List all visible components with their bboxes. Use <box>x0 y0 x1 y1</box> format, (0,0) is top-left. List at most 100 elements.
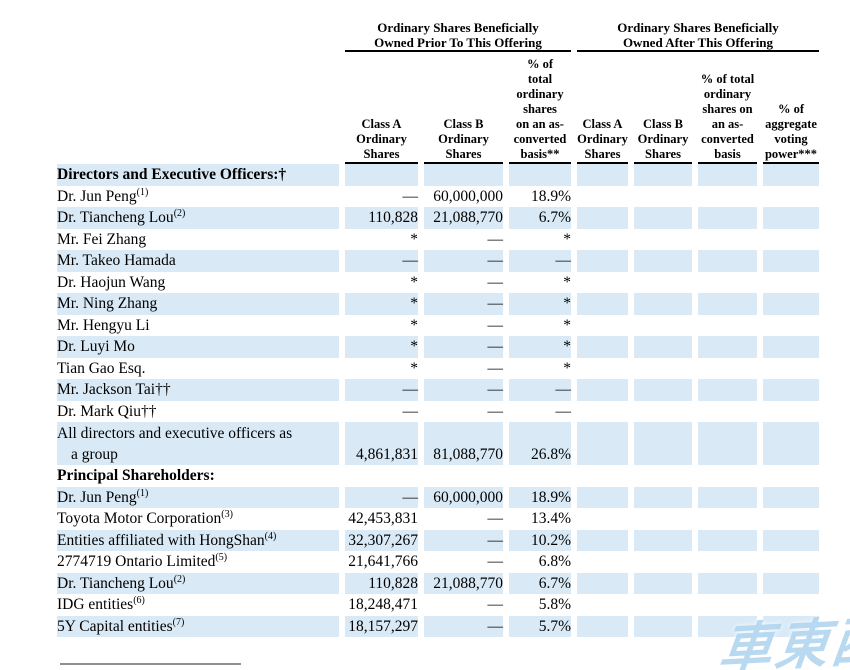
value-cell <box>698 358 757 380</box>
value-cell: — <box>345 250 418 272</box>
value-cell: — <box>424 401 503 423</box>
value-cell <box>763 465 819 487</box>
table-body: Directors and Executive Officers:†Dr. Ju… <box>57 164 819 637</box>
table-row: Dr. Mark Qiu††——— <box>57 401 819 423</box>
value-cell <box>698 272 757 294</box>
table-row: 5Y Capital entities(7)18,157,297—5.7% <box>57 616 819 638</box>
value-cell <box>698 250 757 272</box>
value-cell <box>763 508 819 530</box>
value-cell: 5.7% <box>509 616 571 638</box>
section-row: Directors and Executive Officers:† <box>57 164 819 186</box>
value-cell <box>577 616 628 638</box>
value-cell <box>634 616 692 638</box>
value-cell: * <box>509 315 571 337</box>
shareholder-name-cell: 5Y Capital entities(7) <box>57 616 339 638</box>
value-cell <box>698 379 757 401</box>
value-cell <box>634 186 692 208</box>
column-header-2: % oftotalordinaryshareson an as-converte… <box>509 52 571 164</box>
table-row: Dr. Jun Peng(1)—60,000,00018.9% <box>57 186 819 208</box>
column-header-3: Class AOrdinaryShares <box>577 52 628 164</box>
value-cell <box>634 164 692 186</box>
value-cell: 18,248,471 <box>345 594 418 616</box>
header-spacer <box>57 14 339 52</box>
value-cell: 5.8% <box>509 594 571 616</box>
value-cell: — <box>509 401 571 423</box>
value-cell <box>698 530 757 552</box>
value-cell: 110,828 <box>345 573 418 595</box>
table-row: Dr. Luyi Mo*—* <box>57 336 819 358</box>
value-cell <box>763 401 819 423</box>
group-header-after-offering: Ordinary Shares BeneficiallyOwned After … <box>577 14 819 52</box>
value-cell <box>577 293 628 315</box>
value-cell <box>577 358 628 380</box>
value-cell <box>577 229 628 251</box>
value-cell <box>577 336 628 358</box>
value-cell <box>577 594 628 616</box>
table-row: Tian Gao Esq.*—* <box>57 358 819 380</box>
group-header-prior-offering: Ordinary Shares BeneficiallyOwned Prior … <box>345 14 571 52</box>
value-cell <box>763 315 819 337</box>
value-cell <box>577 207 628 229</box>
footnote-marker: (3) <box>221 509 233 520</box>
value-cell: 18,157,297 <box>345 616 418 638</box>
value-cell <box>577 315 628 337</box>
table-row: Mr. Jackson Tai††——— <box>57 379 819 401</box>
value-cell <box>577 573 628 595</box>
value-cell: * <box>509 293 571 315</box>
footnote-marker: (6) <box>133 595 145 606</box>
table-row: Mr. Fei Zhang*—* <box>57 229 819 251</box>
section-row: Principal Shareholders: <box>57 465 819 487</box>
value-cell: 21,088,770 <box>424 207 503 229</box>
value-cell: 13.4% <box>509 508 571 530</box>
value-cell <box>634 573 692 595</box>
value-cell: — <box>424 379 503 401</box>
table-row: Dr. Tiancheng Lou(2)110,82821,088,7706.7… <box>57 207 819 229</box>
footnote-marker: (1) <box>137 487 149 498</box>
value-cell <box>634 250 692 272</box>
value-cell <box>763 379 819 401</box>
value-cell <box>698 422 757 465</box>
value-cell: * <box>509 272 571 294</box>
value-cell: * <box>509 336 571 358</box>
value-cell <box>345 164 418 186</box>
value-cell <box>634 487 692 509</box>
value-cell: — <box>424 229 503 251</box>
table-row: Mr. Hengyu Li*—* <box>57 315 819 337</box>
footnote-marker: (7) <box>173 616 185 627</box>
value-cell <box>634 530 692 552</box>
value-cell: — <box>424 358 503 380</box>
value-cell: 6.8% <box>509 551 571 573</box>
value-cell <box>634 551 692 573</box>
value-cell <box>577 401 628 423</box>
document-page: Ordinary Shares BeneficiallyOwned Prior … <box>0 0 850 670</box>
table-row: All directors and executive officers asa… <box>57 422 819 465</box>
value-cell: * <box>345 293 418 315</box>
value-cell: — <box>424 551 503 573</box>
value-cell <box>634 272 692 294</box>
value-cell <box>763 207 819 229</box>
value-cell <box>698 164 757 186</box>
footnote-marker: (5) <box>215 552 227 563</box>
value-cell: 81,088,770 <box>424 422 503 465</box>
shareholder-name-cell: Principal Shareholders: <box>57 465 339 487</box>
value-cell <box>577 272 628 294</box>
value-cell <box>634 379 692 401</box>
shareholder-name-cell: Tian Gao Esq. <box>57 358 339 380</box>
value-cell: 110,828 <box>345 207 418 229</box>
value-cell: * <box>509 358 571 380</box>
value-cell <box>424 465 503 487</box>
table-row: 2774719 Ontario Limited(5)21,641,766—6.8… <box>57 551 819 573</box>
table-header: Ordinary Shares BeneficiallyOwned Prior … <box>57 14 819 164</box>
shareholder-name-cell: Mr. Ning Zhang <box>57 293 339 315</box>
value-cell <box>577 250 628 272</box>
value-cell: — <box>345 401 418 423</box>
value-cell <box>763 358 819 380</box>
shareholder-name-cell: Toyota Motor Corporation(3) <box>57 508 339 530</box>
table-row: Dr. Haojun Wang*—* <box>57 272 819 294</box>
value-cell <box>509 465 571 487</box>
value-cell: — <box>424 594 503 616</box>
value-cell <box>634 358 692 380</box>
shareholder-name-cell: Dr. Jun Peng(1) <box>57 186 339 208</box>
value-cell: 4,861,831 <box>345 422 418 465</box>
table-row: Mr. Takeo Hamada——— <box>57 250 819 272</box>
